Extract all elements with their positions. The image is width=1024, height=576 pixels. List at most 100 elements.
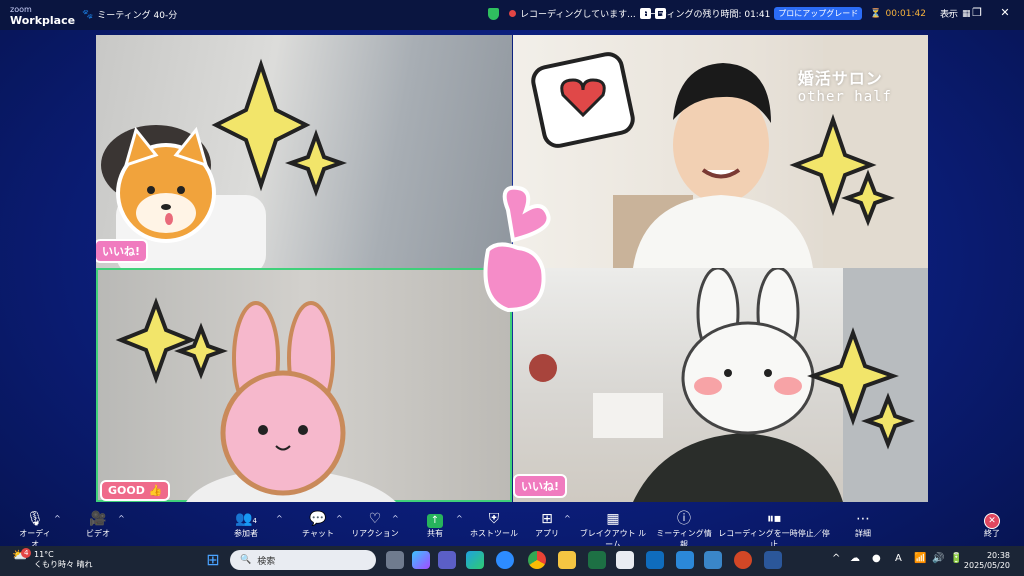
pause-stop-icon: ⏸⏹ (767, 511, 781, 527)
video-button[interactable]: 🎥 ビデオ (80, 510, 116, 539)
video-tile-4[interactable]: いいね! (513, 268, 928, 502)
video-tile-1[interactable]: いいね! (96, 35, 512, 268)
good-badge-text: GOOD (108, 484, 145, 497)
maximize-icon[interactable]: ❐ (966, 6, 988, 19)
participants-button[interactable]: 👥4 参加者 (226, 510, 266, 539)
upgrade-button[interactable]: プロにアップグレード (774, 7, 863, 20)
app-tray-icon[interactable]: ● (872, 553, 881, 564)
video-label: ビデオ (86, 529, 110, 538)
apps-button[interactable]: ⊞ アプリ (532, 510, 562, 539)
powerpoint-icon[interactable] (734, 551, 752, 569)
finger-heart-sticker-icon (483, 185, 551, 313)
close-icon[interactable]: ✕ (994, 6, 1016, 19)
chevron-up-icon: ^ (54, 514, 61, 523)
camera-icon: 🎥 (89, 511, 107, 527)
windows-start-icon[interactable]: ⊞ (204, 551, 222, 569)
file-explorer-icon[interactable] (558, 551, 576, 569)
chrome-icon[interactable] (528, 551, 546, 569)
excel-icon[interactable] (588, 551, 606, 569)
remaining-time: ミーティングの残り時間: 01:41 プロにアップグレード ⏳ 00:01:42… (640, 7, 970, 20)
mail-icon[interactable] (676, 551, 694, 569)
participants-label: 参加者 (234, 529, 258, 538)
weather-widget[interactable]: ⛅ 4 11°C くもり時々 晴れ (12, 548, 93, 570)
meeting-title[interactable]: 🐾 ミーティング 40-分 (82, 8, 178, 22)
recording-text: レコーディングしています... (520, 10, 636, 20)
video-tile-3-active-speaker[interactable]: GOOD 👍 (96, 268, 512, 502)
tile1-scene (101, 58, 348, 268)
share-screen-icon: ↑ (427, 514, 443, 528)
good-badge: GOOD 👍 (100, 480, 171, 501)
onedrive-icon[interactable]: ☁ (850, 553, 860, 564)
end-button[interactable]: ✕ 終了 (978, 510, 1006, 539)
bunny-sticker-icon (220, 301, 346, 496)
word-icon[interactable] (764, 551, 782, 569)
outlook-icon[interactable] (646, 551, 664, 569)
logo-bottom-text: Workplace (10, 14, 76, 27)
title-bar: zoom Workplace 🐾 ミーティング 40-分 レコーディングしていま… (0, 0, 1024, 30)
chevron-up-icon[interactable]: ^ (832, 553, 840, 564)
end-label: 終了 (984, 529, 1000, 538)
participants-count: 4 (252, 517, 257, 525)
apps-label: アプリ (535, 529, 559, 538)
task-view-icon[interactable] (386, 551, 404, 569)
hourglass-icon: ⏳ (870, 8, 882, 19)
recording-controls-button[interactable]: ⏸⏹ レコーディングを一時停止／停止 (718, 510, 830, 550)
meeting-info-button[interactable]: ⓘ ミーティング情報 (654, 510, 714, 550)
salon-subtitle: other half (797, 89, 892, 105)
breakout-rooms-button[interactable]: ▦ ブレイクアウト ルーム (578, 510, 648, 550)
chat-button[interactable]: 💬 チャット (298, 510, 338, 539)
sparkle-icon (211, 58, 348, 197)
copilot-icon[interactable] (412, 551, 430, 569)
wifi-icon[interactable]: 📶 (914, 553, 926, 564)
share-button[interactable]: ↑ 共有 (420, 510, 450, 539)
reactions-label: リアクション (351, 529, 399, 538)
language-indicator[interactable]: A (895, 553, 902, 564)
taskbar-search[interactable]: 🔍 検索 (230, 550, 376, 570)
snipping-tool-icon[interactable] (704, 551, 722, 569)
share-label: 共有 (427, 529, 443, 538)
battery-icon[interactable]: 🔋 (950, 553, 962, 564)
white-bunny-sticker-icon (681, 268, 815, 435)
more-button[interactable]: ⋯ 詳細 (848, 510, 878, 539)
tile3-scene (115, 297, 396, 502)
chat-icon: 💬 (309, 511, 327, 527)
participants-icon: 👥 (235, 511, 253, 527)
thumbs-up-icon: 👍 (148, 484, 163, 497)
host-tools-button[interactable]: ⛨ ホストツール (470, 510, 518, 539)
paw-icon: 🐾 (82, 9, 94, 20)
chevron-up-icon: ^ (456, 514, 463, 523)
zoom-app-icon[interactable] (496, 551, 514, 569)
meeting-toolbar: 🎙 オーディオ ^ 🎥 ビデオ ^ 👥4 参加者 ^ 💬 チャット ^ ♡ リア… (0, 506, 1024, 549)
clock-date: 2025/05/20 (963, 561, 1010, 570)
search-placeholder: 検索 (257, 556, 276, 567)
salon-logo: 婚活サロン other half (798, 65, 892, 105)
teams-icon[interactable] (438, 551, 456, 569)
video-tile-2[interactable]: 婚活サロン other half (513, 35, 928, 268)
more-icon: ⋯ (856, 511, 870, 527)
weather-badge: 4 (21, 548, 32, 558)
minimize-icon[interactable]: — (936, 6, 958, 19)
info-icon: ⓘ (677, 511, 691, 527)
like-badge: いいね! (96, 239, 149, 263)
end-icon: ✕ (984, 513, 1000, 529)
shiba-sticker-icon (116, 126, 216, 243)
shield-icon[interactable] (488, 7, 499, 20)
store-icon[interactable] (616, 551, 634, 569)
microphone-icon: 🎙 (26, 511, 44, 527)
sparkle-icon (115, 297, 228, 384)
chevron-up-icon: ^ (564, 514, 571, 523)
audio-button[interactable]: 🎙 オーディオ (16, 510, 54, 550)
remaining-time-text: ミーティングの残り時間: 01:41 (640, 10, 771, 20)
clock-time: 20:38 (986, 551, 1010, 560)
chat-label: チャット (302, 529, 334, 538)
record-dot-icon (509, 10, 516, 17)
speaker-icon[interactable]: 🔊 (932, 553, 944, 564)
edge-icon[interactable] (466, 551, 484, 569)
search-icon: 🔍 (240, 555, 252, 565)
chevron-up-icon: ^ (118, 514, 125, 523)
meeting-title-text: ミーティング 40-分 (97, 11, 178, 21)
host-tools-label: ホストツール (470, 529, 518, 538)
taskbar-clock[interactable]: 20:38 2025/05/20 (964, 551, 1010, 571)
like-badge: いいね! (513, 474, 568, 498)
zoom-logo: zoom Workplace (10, 4, 75, 26)
